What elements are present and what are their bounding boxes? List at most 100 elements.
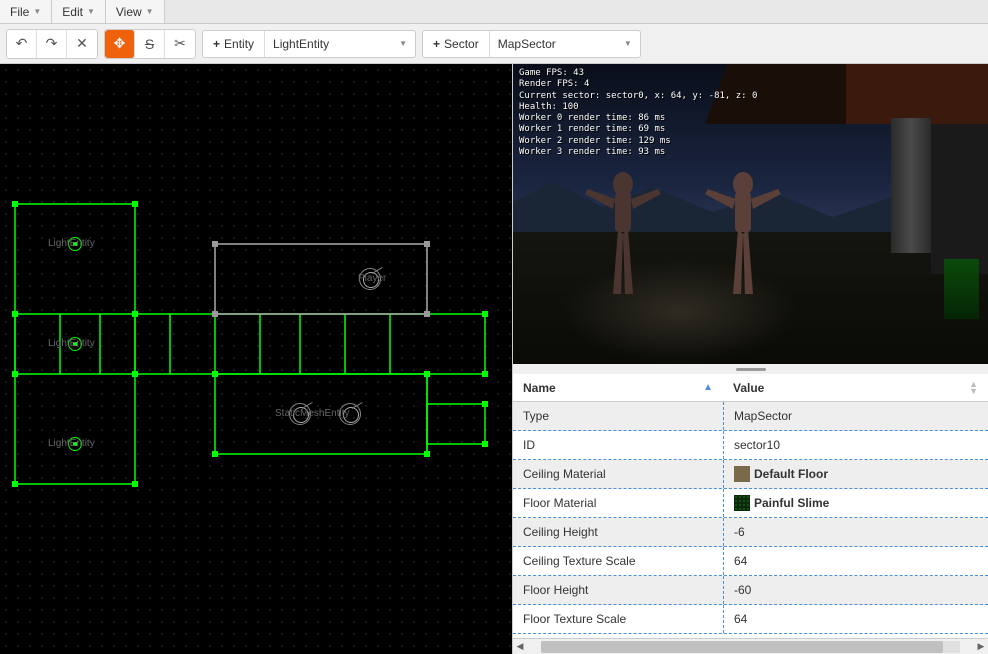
plus-icon: +: [433, 37, 440, 51]
prop-value[interactable]: Default Floor: [723, 460, 988, 488]
vertex-handle[interactable]: [424, 371, 430, 377]
delete-button[interactable]: ✕: [67, 30, 97, 58]
prop-name: Ceiling Height: [513, 525, 723, 539]
map-editor-view[interactable]: LightEntity LightEntity LightEntity Play…: [0, 64, 512, 654]
property-row[interactable]: ID sector10: [513, 431, 988, 460]
pillar: [891, 118, 931, 253]
scroll-track[interactable]: [541, 641, 960, 653]
vertex-handle[interactable]: [212, 451, 218, 457]
redo-button[interactable]: ↷: [37, 30, 67, 58]
sort-asc-icon: ▲: [703, 382, 713, 393]
entity-label: StaticMeshEntity: [275, 408, 349, 419]
chevron-down-icon: ▼: [624, 39, 632, 48]
properties-panel: Name▲ Value▲▼ Type MapSector ID sector10…: [513, 374, 988, 638]
material-swatch-icon: [734, 495, 750, 511]
menubar: File▼ Edit▼ View▼: [0, 0, 988, 24]
right-panel: Game FPS: 43 Render FPS: 4 Current secto…: [512, 64, 988, 654]
entity-select[interactable]: LightEntity▼: [265, 31, 415, 57]
ceiling-front: [846, 64, 988, 124]
prop-value[interactable]: 64: [723, 547, 988, 575]
vertex-handle[interactable]: [132, 201, 138, 207]
vertex-handle[interactable]: [424, 241, 430, 247]
prop-name: Floor Texture Scale: [513, 612, 723, 626]
vertex-handle[interactable]: [12, 311, 18, 317]
vertex-handle[interactable]: [212, 241, 218, 247]
vertex-handle[interactable]: [482, 441, 488, 447]
prop-value[interactable]: MapSector: [723, 402, 988, 430]
grip-icon: [736, 368, 766, 371]
entity-label: LightEntity: [48, 238, 95, 249]
menu-edit[interactable]: Edit▼: [52, 0, 106, 23]
vertex-handle[interactable]: [212, 311, 218, 317]
green-object: [944, 259, 979, 319]
scissors-icon: ✂: [174, 35, 186, 52]
column-value-header[interactable]: Value▲▼: [723, 381, 988, 395]
scroll-thumb[interactable]: [541, 641, 943, 653]
vertex-handle[interactable]: [132, 311, 138, 317]
property-row[interactable]: Floor Texture Scale 64: [513, 605, 988, 634]
vertex-handle[interactable]: [424, 451, 430, 457]
panel-splitter[interactable]: [513, 364, 988, 374]
cut-button[interactable]: ✂: [165, 30, 195, 58]
3d-preview[interactable]: Game FPS: 43 Render FPS: 4 Current secto…: [513, 64, 988, 364]
property-row[interactable]: Ceiling Height -6: [513, 518, 988, 547]
vertex-handle[interactable]: [12, 371, 18, 377]
vertex-handle[interactable]: [424, 311, 430, 317]
entity-label: LightEntity: [48, 338, 95, 349]
menu-view[interactable]: View▼: [106, 0, 165, 23]
scroll-left-icon[interactable]: ◀: [513, 641, 527, 652]
prop-value[interactable]: -60: [723, 576, 988, 604]
prop-name: Ceiling Material: [513, 467, 723, 481]
entity-label: LightEntity: [48, 438, 95, 449]
add-sector-button[interactable]: +Sector: [423, 31, 490, 57]
vertex-handle[interactable]: [132, 371, 138, 377]
column-name-header[interactable]: Name▲: [513, 381, 723, 395]
horizontal-scrollbar[interactable]: ◀ ▶: [513, 638, 988, 654]
history-group: ↶ ↷ ✕: [6, 29, 98, 59]
monster-model: [703, 164, 783, 304]
sort-icon: ▲▼: [969, 381, 978, 394]
prop-name: Type: [513, 409, 723, 423]
prop-value[interactable]: Painful Slime: [723, 489, 988, 517]
entity-combo: +Entity LightEntity▼: [202, 30, 416, 58]
toolbar: ↶ ↷ ✕ ✥ S ✂ +Entity LightEntity▼ +Sector…: [0, 24, 988, 64]
strikethrough-button[interactable]: S: [135, 30, 165, 58]
property-row[interactable]: Floor Material Painful Slime: [513, 489, 988, 518]
entity-label: Player: [358, 273, 386, 284]
wall: [931, 124, 988, 274]
chevron-down-icon: ▼: [33, 7, 41, 16]
prop-name: ID: [513, 438, 723, 452]
prop-name: Floor Height: [513, 583, 723, 597]
scroll-right-icon[interactable]: ▶: [974, 641, 988, 652]
transform-group: ✥ S ✂: [104, 29, 196, 59]
vertex-handle[interactable]: [482, 311, 488, 317]
property-row[interactable]: Ceiling Texture Scale 64: [513, 547, 988, 576]
vertex-handle[interactable]: [482, 401, 488, 407]
sector-select[interactable]: MapSector▼: [490, 31, 640, 57]
property-row[interactable]: Ceiling Material Default Floor: [513, 460, 988, 489]
prop-value[interactable]: sector10: [723, 431, 988, 459]
map-geometry: [0, 64, 512, 654]
plus-icon: +: [213, 37, 220, 51]
debug-stats: Game FPS: 43 Render FPS: 4 Current secto…: [519, 68, 757, 158]
chevron-down-icon: ▼: [399, 39, 407, 48]
property-row[interactable]: Type MapSector: [513, 402, 988, 431]
prop-value[interactable]: -6: [723, 518, 988, 546]
vertex-handle[interactable]: [12, 201, 18, 207]
undo-button[interactable]: ↶: [7, 30, 37, 58]
vertex-handle[interactable]: [212, 371, 218, 377]
vertex-handle[interactable]: [12, 481, 18, 487]
chevron-down-icon: ▼: [87, 7, 95, 16]
prop-value[interactable]: 64: [723, 605, 988, 633]
vertex-handle[interactable]: [132, 481, 138, 487]
material-swatch-icon: [734, 466, 750, 482]
add-entity-button[interactable]: +Entity: [203, 31, 265, 57]
vertex-handle[interactable]: [482, 371, 488, 377]
move-icon: ✥: [114, 35, 126, 52]
property-row[interactable]: Floor Height -60: [513, 576, 988, 605]
menu-file[interactable]: File▼: [0, 0, 52, 23]
sector-combo: +Sector MapSector▼: [422, 30, 641, 58]
move-tool-button[interactable]: ✥: [105, 30, 135, 58]
properties-header: Name▲ Value▲▼: [513, 374, 988, 402]
content: LightEntity LightEntity LightEntity Play…: [0, 64, 988, 654]
